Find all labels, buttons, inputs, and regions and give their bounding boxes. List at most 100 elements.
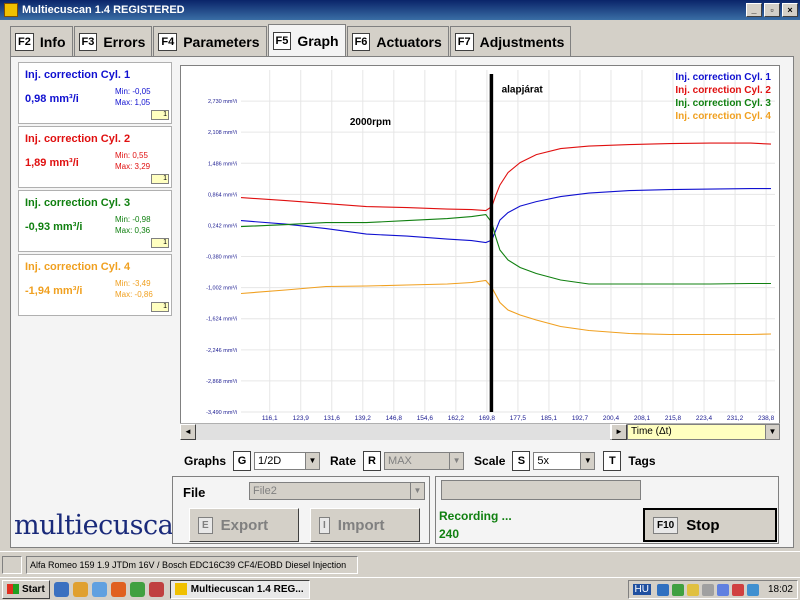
stop-button[interactable]: F10 Stop (643, 508, 777, 542)
y-tick-label: 2,108 mm³/i (208, 130, 237, 136)
param-spinner[interactable]: 1 (151, 110, 169, 120)
recording-panel: Recording ... 240 F10 Stop (435, 476, 779, 544)
windows-flag-icon (7, 584, 19, 594)
x-tick-label: 162,2 (448, 415, 465, 422)
scale-label: Scale (474, 454, 506, 468)
taskbar-item-multiecuscan[interactable]: Multiecuscan 1.4 REG... (169, 579, 310, 599)
param-spinner[interactable]: 1 (151, 174, 169, 184)
scale-select[interactable]: 5x ▼ (533, 452, 596, 470)
tab-key: F2 (15, 32, 34, 51)
maximize-button[interactable]: ▫ (764, 3, 780, 17)
x-tick-label: 215,8 (665, 415, 682, 422)
recording-status: Recording ... (439, 509, 512, 523)
x-tick-label: 208,1 (634, 415, 651, 422)
tab-label: Parameters (183, 33, 260, 50)
network-icon[interactable] (656, 583, 669, 596)
quicklaunch-icon[interactable] (148, 581, 164, 597)
chart-annotation: alapjárat (502, 85, 544, 96)
param-value: 0,98 mm³/i (25, 93, 79, 105)
param-card-cyl3[interactable]: Inj. correction Cyl. 3 -0,93 mm³/i Min: … (18, 190, 172, 252)
desktop-icon[interactable] (91, 581, 107, 597)
taskbar-item-label: Multiecuscan 1.4 REG... (190, 583, 304, 595)
scale-select-value: 5x (537, 455, 550, 467)
legend-entry-cyl1: Inj. correction Cyl. 1 (675, 72, 771, 83)
x-tick-label: 231,2 (727, 415, 744, 422)
x-tick-label: 192,7 (572, 415, 589, 422)
x-tick-label: 123,9 (293, 415, 310, 422)
folder-icon[interactable] (72, 581, 88, 597)
tray-icon[interactable] (686, 583, 699, 596)
scroll-left-arrow-icon[interactable]: ◄ (180, 424, 196, 440)
tab-label: Info (39, 33, 66, 50)
tab-label: Graph (297, 32, 339, 49)
minimize-button[interactable]: _ (746, 3, 762, 17)
firefox-icon[interactable] (110, 581, 126, 597)
tray-icon[interactable] (716, 583, 729, 596)
clock: 18:02 (767, 584, 793, 595)
chevron-down-icon[interactable]: ▼ (305, 453, 320, 469)
param-name: Inj. correction Cyl. 1 (25, 69, 131, 81)
x-axis-select[interactable]: Time (Δt) ▼ (627, 424, 780, 440)
tray-icon[interactable] (701, 583, 714, 596)
param-value: -1,94 mm³/i (25, 285, 83, 297)
status-cell-empty (2, 556, 22, 574)
param-max: Max: 3,29 (115, 162, 151, 171)
graph-panel: 2,730 mm³/i 2,108 mm³/i 1,486 mm³/i 0,864 m… (180, 65, 780, 440)
param-card-cyl2[interactable]: Inj. correction Cyl. 2 1,89 mm³/i Min: 0… (18, 126, 172, 188)
x-tick-label: 116,1 (262, 415, 278, 422)
close-button[interactable]: × (782, 3, 798, 17)
multiecuscan-logo: multiecuscan (14, 510, 191, 541)
tab-adjustments[interactable]: F7 Adjustments (449, 26, 572, 56)
tray-icon[interactable] (731, 583, 744, 596)
app-icon (4, 3, 18, 17)
param-value: 1,89 mm³/i (25, 157, 79, 169)
y-tick-label: 2,730 mm³/i (208, 99, 237, 105)
scroll-right-arrow-icon[interactable]: ► (611, 424, 627, 440)
param-card-cyl1[interactable]: Inj. correction Cyl. 1 0,98 mm³/i Min: -… (18, 62, 172, 124)
graphs-key-button[interactable]: G (233, 451, 252, 471)
chart-annotation: 2000rpm (350, 117, 391, 128)
volume-icon[interactable] (746, 583, 759, 596)
tab-info[interactable]: F2 Info (10, 26, 73, 56)
recording-progress (441, 480, 641, 500)
scale-key-button[interactable]: S (512, 451, 531, 471)
language-indicator[interactable]: HU (632, 584, 651, 595)
y-tick-label: -1,002 mm³/i (206, 286, 237, 292)
chevron-down-icon[interactable]: ▼ (765, 425, 779, 439)
x-tick-label: 154,6 (417, 415, 434, 422)
file-select-value: File2 (253, 485, 277, 497)
param-name: Inj. correction Cyl. 3 (25, 197, 131, 209)
file-label: File (183, 485, 206, 500)
y-tick-label: -3,490 mm³/i (206, 410, 237, 416)
stop-key: F10 (653, 516, 679, 534)
graph-controls: Graphs G 1/2D ▼ Rate R MAX ▼ Scale S 5x ▼ T… (184, 450, 656, 472)
quicklaunch-icon[interactable] (129, 581, 145, 597)
graphs-select-value: 1/2D (258, 455, 282, 467)
param-spinner[interactable]: 1 (151, 238, 169, 248)
param-spinner[interactable]: 1 (151, 302, 169, 312)
tags-key-button[interactable]: T (603, 451, 622, 471)
x-axis-select-value: Time (Δt) (631, 426, 672, 437)
start-button[interactable]: Start (2, 579, 50, 599)
series-line-cyl4 (240, 279, 772, 336)
tab-parameters[interactable]: F4 Parameters (153, 26, 267, 56)
tab-key: F3 (78, 32, 98, 51)
series-line-cyl1 (240, 188, 771, 244)
rate-key-button[interactable]: R (363, 451, 382, 471)
graphs-select[interactable]: 1/2D ▼ (254, 452, 321, 470)
param-name: Inj. correction Cyl. 2 (25, 133, 131, 145)
chevron-down-icon[interactable]: ▼ (580, 453, 595, 469)
import-label: Import (337, 516, 385, 534)
tab-errors[interactable]: F3 Errors (73, 26, 153, 56)
legend-entry-cyl3: Inj. correction Cyl. 3 (675, 98, 771, 109)
tab-actuators[interactable]: F6 Actuators (346, 26, 449, 56)
param-min: Min: -0,98 (115, 215, 151, 224)
ie-icon[interactable] (53, 581, 69, 597)
x-tick-label: 223,4 (696, 415, 713, 422)
tray-icon[interactable] (671, 583, 684, 596)
param-card-cyl4[interactable]: Inj. correction Cyl. 4 -1,94 mm³/i Min: … (18, 254, 172, 316)
tab-graph[interactable]: F5 Graph (267, 24, 346, 56)
tab-key: F6 (351, 32, 371, 51)
graphs-label: Graphs (184, 454, 227, 468)
series-line-cyl2 (240, 142, 772, 212)
